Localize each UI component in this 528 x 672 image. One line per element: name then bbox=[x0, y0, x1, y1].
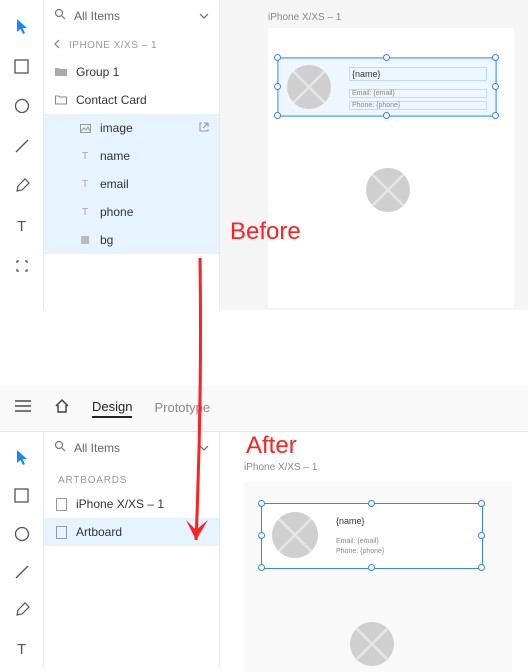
chevron-left-icon bbox=[54, 39, 61, 52]
search-input[interactable]: All Items bbox=[44, 432, 219, 463]
card-email-field[interactable]: Email: {email} bbox=[336, 538, 379, 545]
search-icon bbox=[54, 440, 66, 455]
layer-bg[interactable]: bg bbox=[44, 226, 219, 254]
layer-image[interactable]: image bbox=[44, 114, 219, 142]
layer-group[interactable]: Group 1 bbox=[44, 58, 219, 86]
section-artboards: ARTBOARDS bbox=[44, 463, 219, 490]
select-tool[interactable] bbox=[0, 6, 44, 46]
text-tool[interactable]: T bbox=[0, 630, 44, 668]
home-icon[interactable] bbox=[54, 398, 70, 419]
rectangle-tool[interactable] bbox=[0, 476, 44, 514]
card-phone-field[interactable]: Phone: {phone} bbox=[349, 101, 487, 110]
image-placeholder[interactable] bbox=[287, 65, 331, 109]
svg-text:T: T bbox=[17, 641, 26, 657]
artboard-canvas[interactable]: {name} Email: {email} Phone: {phone} bbox=[268, 28, 514, 308]
text-layer-icon: T bbox=[78, 179, 92, 190]
external-link-icon[interactable] bbox=[199, 121, 209, 135]
artboard-card[interactable]: {name} Email: {email} Phone: {phone} bbox=[262, 504, 482, 568]
card-name-field[interactable]: {name} bbox=[336, 516, 365, 526]
rect-layer-icon bbox=[78, 235, 92, 245]
tab-prototype[interactable]: Prototype bbox=[154, 400, 210, 417]
image-placeholder[interactable] bbox=[272, 512, 318, 558]
card-phone-field[interactable]: Phone: {phone} bbox=[336, 548, 384, 555]
line-tool[interactable] bbox=[0, 553, 44, 591]
canvas-title: iPhone X/XS – 1 bbox=[244, 462, 317, 473]
annotation-after: After bbox=[246, 432, 297, 460]
image-placeholder[interactable] bbox=[350, 622, 394, 666]
card-email-field[interactable]: Email: {email} bbox=[349, 89, 487, 98]
svg-text:T: T bbox=[17, 218, 26, 234]
pen-tool[interactable] bbox=[0, 166, 44, 206]
layer-artboard[interactable]: Artboard bbox=[44, 518, 219, 546]
contact-card-component[interactable]: {name} Email: {email} Phone: {phone} bbox=[278, 58, 496, 116]
folder-icon bbox=[54, 67, 68, 77]
text-layer-icon: T bbox=[78, 151, 92, 162]
search-input[interactable]: All Items bbox=[44, 0, 219, 31]
tab-design[interactable]: Design bbox=[92, 399, 132, 418]
search-text: All Items bbox=[74, 441, 191, 455]
image-layer-icon bbox=[78, 124, 92, 133]
layer-contact-card[interactable]: Contact Card bbox=[44, 86, 219, 114]
layer-name[interactable]: T name bbox=[44, 142, 219, 170]
artboard-icon bbox=[54, 498, 68, 511]
card-name-field[interactable]: {name} bbox=[349, 67, 487, 81]
layer-email[interactable]: T email bbox=[44, 170, 219, 198]
rectangle-tool[interactable] bbox=[0, 46, 44, 86]
menu-icon[interactable] bbox=[14, 399, 32, 418]
folder-outline-icon bbox=[54, 95, 68, 105]
ellipse-tool[interactable] bbox=[0, 515, 44, 553]
select-tool[interactable] bbox=[0, 438, 44, 476]
chevron-down-icon[interactable] bbox=[199, 9, 209, 23]
breadcrumb[interactable]: IPHONE X/XS – 1 bbox=[44, 31, 219, 58]
line-tool[interactable] bbox=[0, 126, 44, 166]
pen-tool[interactable] bbox=[0, 591, 44, 629]
artboard-tool[interactable] bbox=[0, 246, 44, 286]
artboard-icon bbox=[54, 526, 68, 539]
search-text: All Items bbox=[74, 9, 191, 23]
breadcrumb-label: IPHONE X/XS – 1 bbox=[69, 40, 157, 51]
search-icon bbox=[54, 8, 66, 23]
chevron-down-icon[interactable] bbox=[199, 441, 209, 455]
image-placeholder[interactable] bbox=[366, 168, 410, 212]
annotation-before: Before bbox=[230, 218, 301, 246]
layer-iphone-artboard[interactable]: iPhone X/XS – 1 bbox=[44, 490, 219, 518]
ellipse-tool[interactable] bbox=[0, 86, 44, 126]
text-layer-icon: T bbox=[78, 207, 92, 218]
layer-phone[interactable]: T phone bbox=[44, 198, 219, 226]
artboard-title[interactable]: iPhone X/XS – 1 bbox=[268, 12, 341, 23]
text-tool[interactable]: T bbox=[0, 206, 44, 246]
